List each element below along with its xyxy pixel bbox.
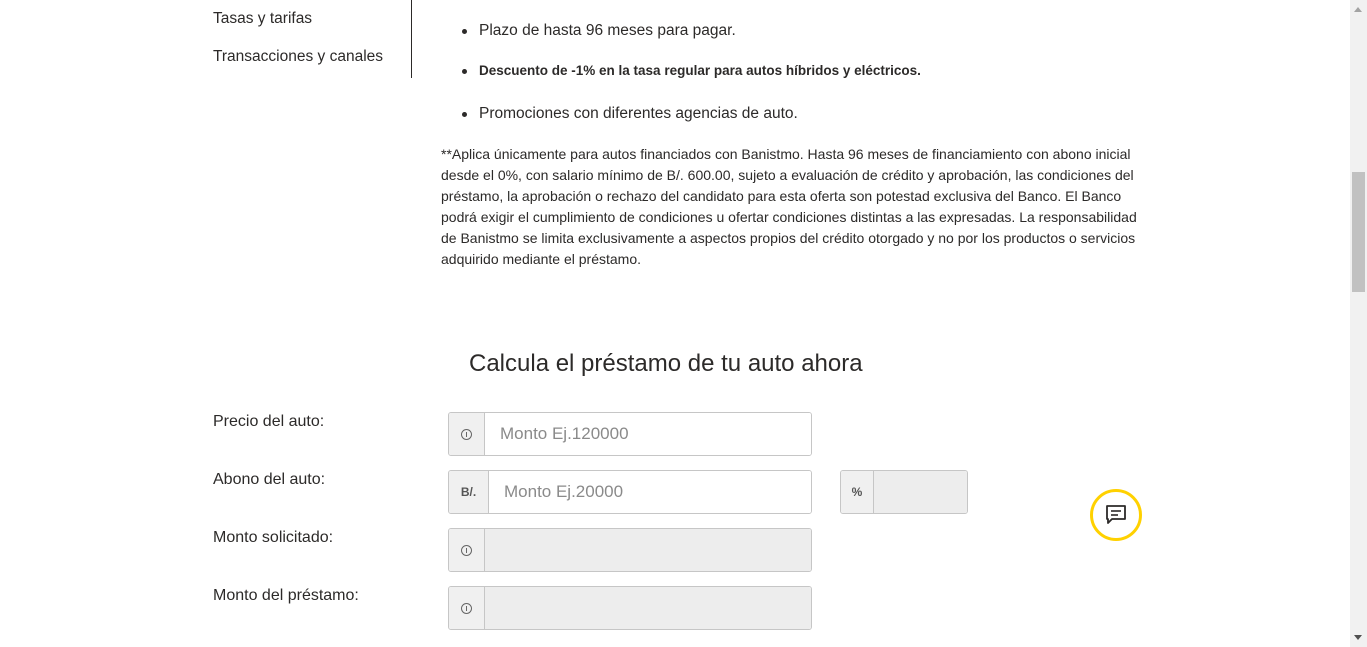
chat-button[interactable] [1090, 489, 1142, 541]
info-icon [449, 413, 485, 455]
currency-addon: B/. [449, 471, 489, 513]
list-item: Descuento de -1% en la tasa regular para… [460, 63, 921, 78]
down-payment-input[interactable] [489, 471, 811, 513]
info-icon [449, 587, 485, 629]
list-item: Promociones con diferentes agencias de a… [460, 105, 798, 123]
percent-addon: % [841, 471, 874, 513]
sidebar-nav: Tasas y tarifas Transacciones y canales [213, 0, 412, 78]
disclaimer-text: **Aplica únicamente para autos financiad… [441, 146, 1137, 267]
scroll-down-icon[interactable] [1354, 635, 1362, 640]
requested-amount-label: Monto solicitado: [213, 529, 334, 546]
down-payment-percent-field [874, 471, 967, 513]
calculator-title: Calcula el préstamo de tu auto ahora [469, 350, 863, 377]
down-payment-percent-group: % [840, 470, 968, 514]
requested-amount-field [485, 529, 811, 571]
scrollbar[interactable] [1350, 0, 1367, 647]
loan-amount-label: Monto del préstamo: [213, 587, 359, 604]
sidebar-item-transacciones-y-canales[interactable]: Transacciones y canales [213, 48, 383, 66]
page: Tasas y tarifas Transacciones y canales … [0, 0, 1367, 647]
car-price-input[interactable] [485, 413, 811, 455]
list-item: Plazo de hasta 96 meses para pagar. [460, 22, 736, 40]
scroll-thumb[interactable] [1352, 172, 1365, 292]
loan-amount-group [448, 586, 812, 630]
down-payment-label: Abono del auto: [213, 471, 326, 488]
down-payment-group: B/. [448, 470, 812, 514]
requested-amount-group [448, 528, 812, 572]
car-price-group [448, 412, 812, 456]
scroll-up-icon[interactable] [1354, 7, 1362, 12]
sidebar-item-tasas-y-tarifas[interactable]: Tasas y tarifas [213, 10, 312, 28]
car-price-label: Precio del auto: [213, 413, 325, 430]
info-icon [449, 529, 485, 571]
loan-amount-field [485, 587, 811, 629]
chat-icon [1106, 505, 1126, 524]
